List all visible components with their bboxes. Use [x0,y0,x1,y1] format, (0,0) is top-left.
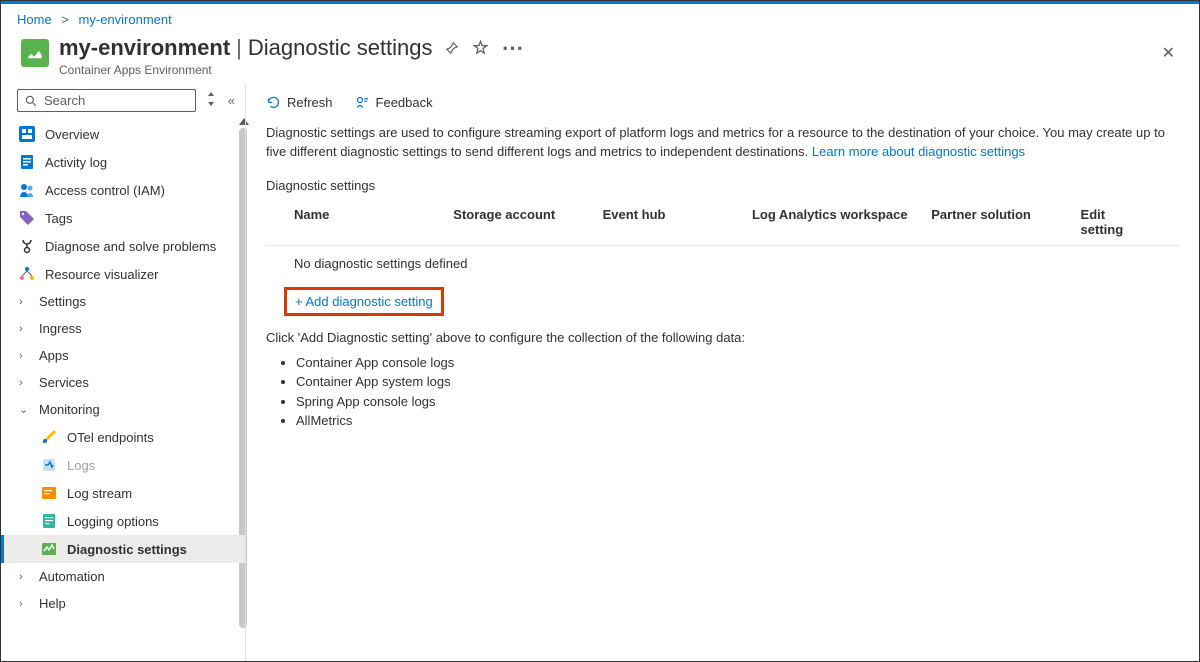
sidebar-item-label: Automation [39,569,105,584]
visualizer-icon [19,266,35,282]
chevron-right-icon: › [19,598,31,610]
list-item: Container App console logs [296,353,1179,373]
col-edit: Edit setting [1081,207,1151,237]
sidebar-item-label: Diagnose and solve problems [45,239,216,254]
sidebar-item-activity-log[interactable]: Activity log [1,148,245,176]
chevron-right-icon: › [19,296,31,308]
sidebar-item-label: Logs [67,458,95,473]
search-icon [24,94,38,108]
sidebar-item-tags[interactable]: Tags [1,204,245,232]
sidebar-group-help[interactable]: › Help [1,590,245,617]
diagnose-icon [19,238,35,254]
logs-icon [41,457,57,473]
sidebar-item-overview[interactable]: Overview [1,120,245,148]
col-log: Log Analytics workspace [752,207,931,237]
sidebar: Search « Overview Activity log Access co… [1,85,245,661]
activity-log-icon [19,154,35,170]
sidebar-item-diagnose[interactable]: Diagnose and solve problems [1,232,245,260]
sidebar-item-label: Overview [45,127,99,142]
sidebar-item-label: Access control (IAM) [45,183,165,198]
sidebar-item-label: Services [39,375,89,390]
feedback-label: Feedback [376,95,433,110]
section-heading: Diagnostic settings [266,178,1179,193]
sidebar-item-label: Settings [39,294,86,309]
close-icon[interactable]: ✕ [1158,39,1179,67]
data-categories-list: Container App console logs Container App… [296,353,1179,431]
logging-options-icon [41,513,57,529]
sidebar-item-label: Diagnostic settings [67,542,187,557]
sidebar-item-label: OTel endpoints [67,430,154,445]
empty-state: No diagnostic settings defined [266,246,1179,281]
sidebar-item-iam[interactable]: Access control (IAM) [1,176,245,204]
pin-icon[interactable] [445,35,459,61]
description-text: Diagnostic settings are used to configur… [266,124,1179,162]
chevron-right-icon: › [19,323,31,335]
resource-icon [21,39,49,67]
sidebar-item-label: Help [39,596,66,611]
sidebar-item-otel[interactable]: OTel endpoints [1,423,245,451]
chevron-right-icon: › [19,377,31,389]
sidebar-item-label: Activity log [45,155,107,170]
sidebar-item-label: Monitoring [39,402,100,417]
col-name: Name [294,207,453,237]
refresh-button[interactable]: Refresh [266,95,333,110]
sidebar-item-label: Ingress [39,321,82,336]
page-subtitle: Container Apps Environment [59,63,1158,77]
expand-collapse-icon[interactable] [204,92,218,109]
sidebar-item-diagnostic-settings[interactable]: Diagnostic settings [1,535,245,563]
chevron-right-icon: › [19,571,31,583]
sidebar-group-automation[interactable]: › Automation [1,563,245,590]
breadcrumb-home[interactable]: Home [17,12,52,27]
sidebar-item-label: Apps [39,348,69,363]
resource-name: my-environment [59,35,230,61]
breadcrumb-current[interactable]: my-environment [79,12,172,27]
sidebar-item-label: Resource visualizer [45,267,158,282]
overview-icon [19,126,35,142]
page-name: Diagnostic settings [248,35,433,61]
list-item: Container App system logs [296,372,1179,392]
table-header: Name Storage account Event hub Log Analy… [266,199,1179,246]
log-stream-icon [41,485,57,501]
col-storage: Storage account [453,207,602,237]
tags-icon [19,210,35,226]
col-partner: Partner solution [931,207,1080,237]
collapse-sidebar-icon[interactable]: « [226,93,237,108]
learn-more-link[interactable]: Learn more about diagnostic settings [812,144,1025,159]
otel-icon [41,429,57,445]
diagnostic-settings-icon [41,541,57,557]
list-item: Spring App console logs [296,392,1179,412]
sidebar-item-label: Logging options [67,514,159,529]
sidebar-group-monitoring[interactable]: ⌄ Monitoring [1,396,245,423]
add-diagnostic-highlight: + Add diagnostic setting [284,287,444,316]
refresh-label: Refresh [287,95,333,110]
sidebar-group-ingress[interactable]: › Ingress [1,315,245,342]
sidebar-item-label: Log stream [67,486,132,501]
col-event: Event hub [603,207,752,237]
page-title: my-environment | Diagnostic settings ⋯ [59,35,1158,61]
sidebar-item-logs[interactable]: Logs [1,451,245,479]
sidebar-item-log-stream[interactable]: Log stream [1,479,245,507]
chevron-right-icon: › [19,350,31,362]
breadcrumb: Home > my-environment [1,4,1199,31]
breadcrumb-separator: > [61,12,69,27]
sidebar-item-visualizer[interactable]: Resource visualizer [1,260,245,288]
list-item: AllMetrics [296,411,1179,431]
sidebar-group-apps[interactable]: › Apps [1,342,245,369]
sidebar-item-logging-options[interactable]: Logging options [1,507,245,535]
add-diagnostic-setting-link[interactable]: + Add diagnostic setting [295,294,433,309]
search-input[interactable]: Search [17,89,196,112]
iam-icon [19,182,35,198]
favorite-icon[interactable] [473,35,488,61]
feedback-icon [355,95,370,110]
instruction-text: Click 'Add Diagnostic setting' above to … [266,330,1179,345]
chevron-down-icon: ⌄ [19,403,31,416]
sidebar-group-services[interactable]: › Services [1,369,245,396]
feedback-button[interactable]: Feedback [355,95,433,110]
more-icon[interactable]: ⋯ [502,35,526,61]
refresh-icon [266,95,281,110]
main-content: Refresh Feedback Diagnostic settings are… [245,85,1199,661]
sidebar-group-settings[interactable]: › Settings [1,288,245,315]
sidebar-item-label: Tags [45,211,72,226]
